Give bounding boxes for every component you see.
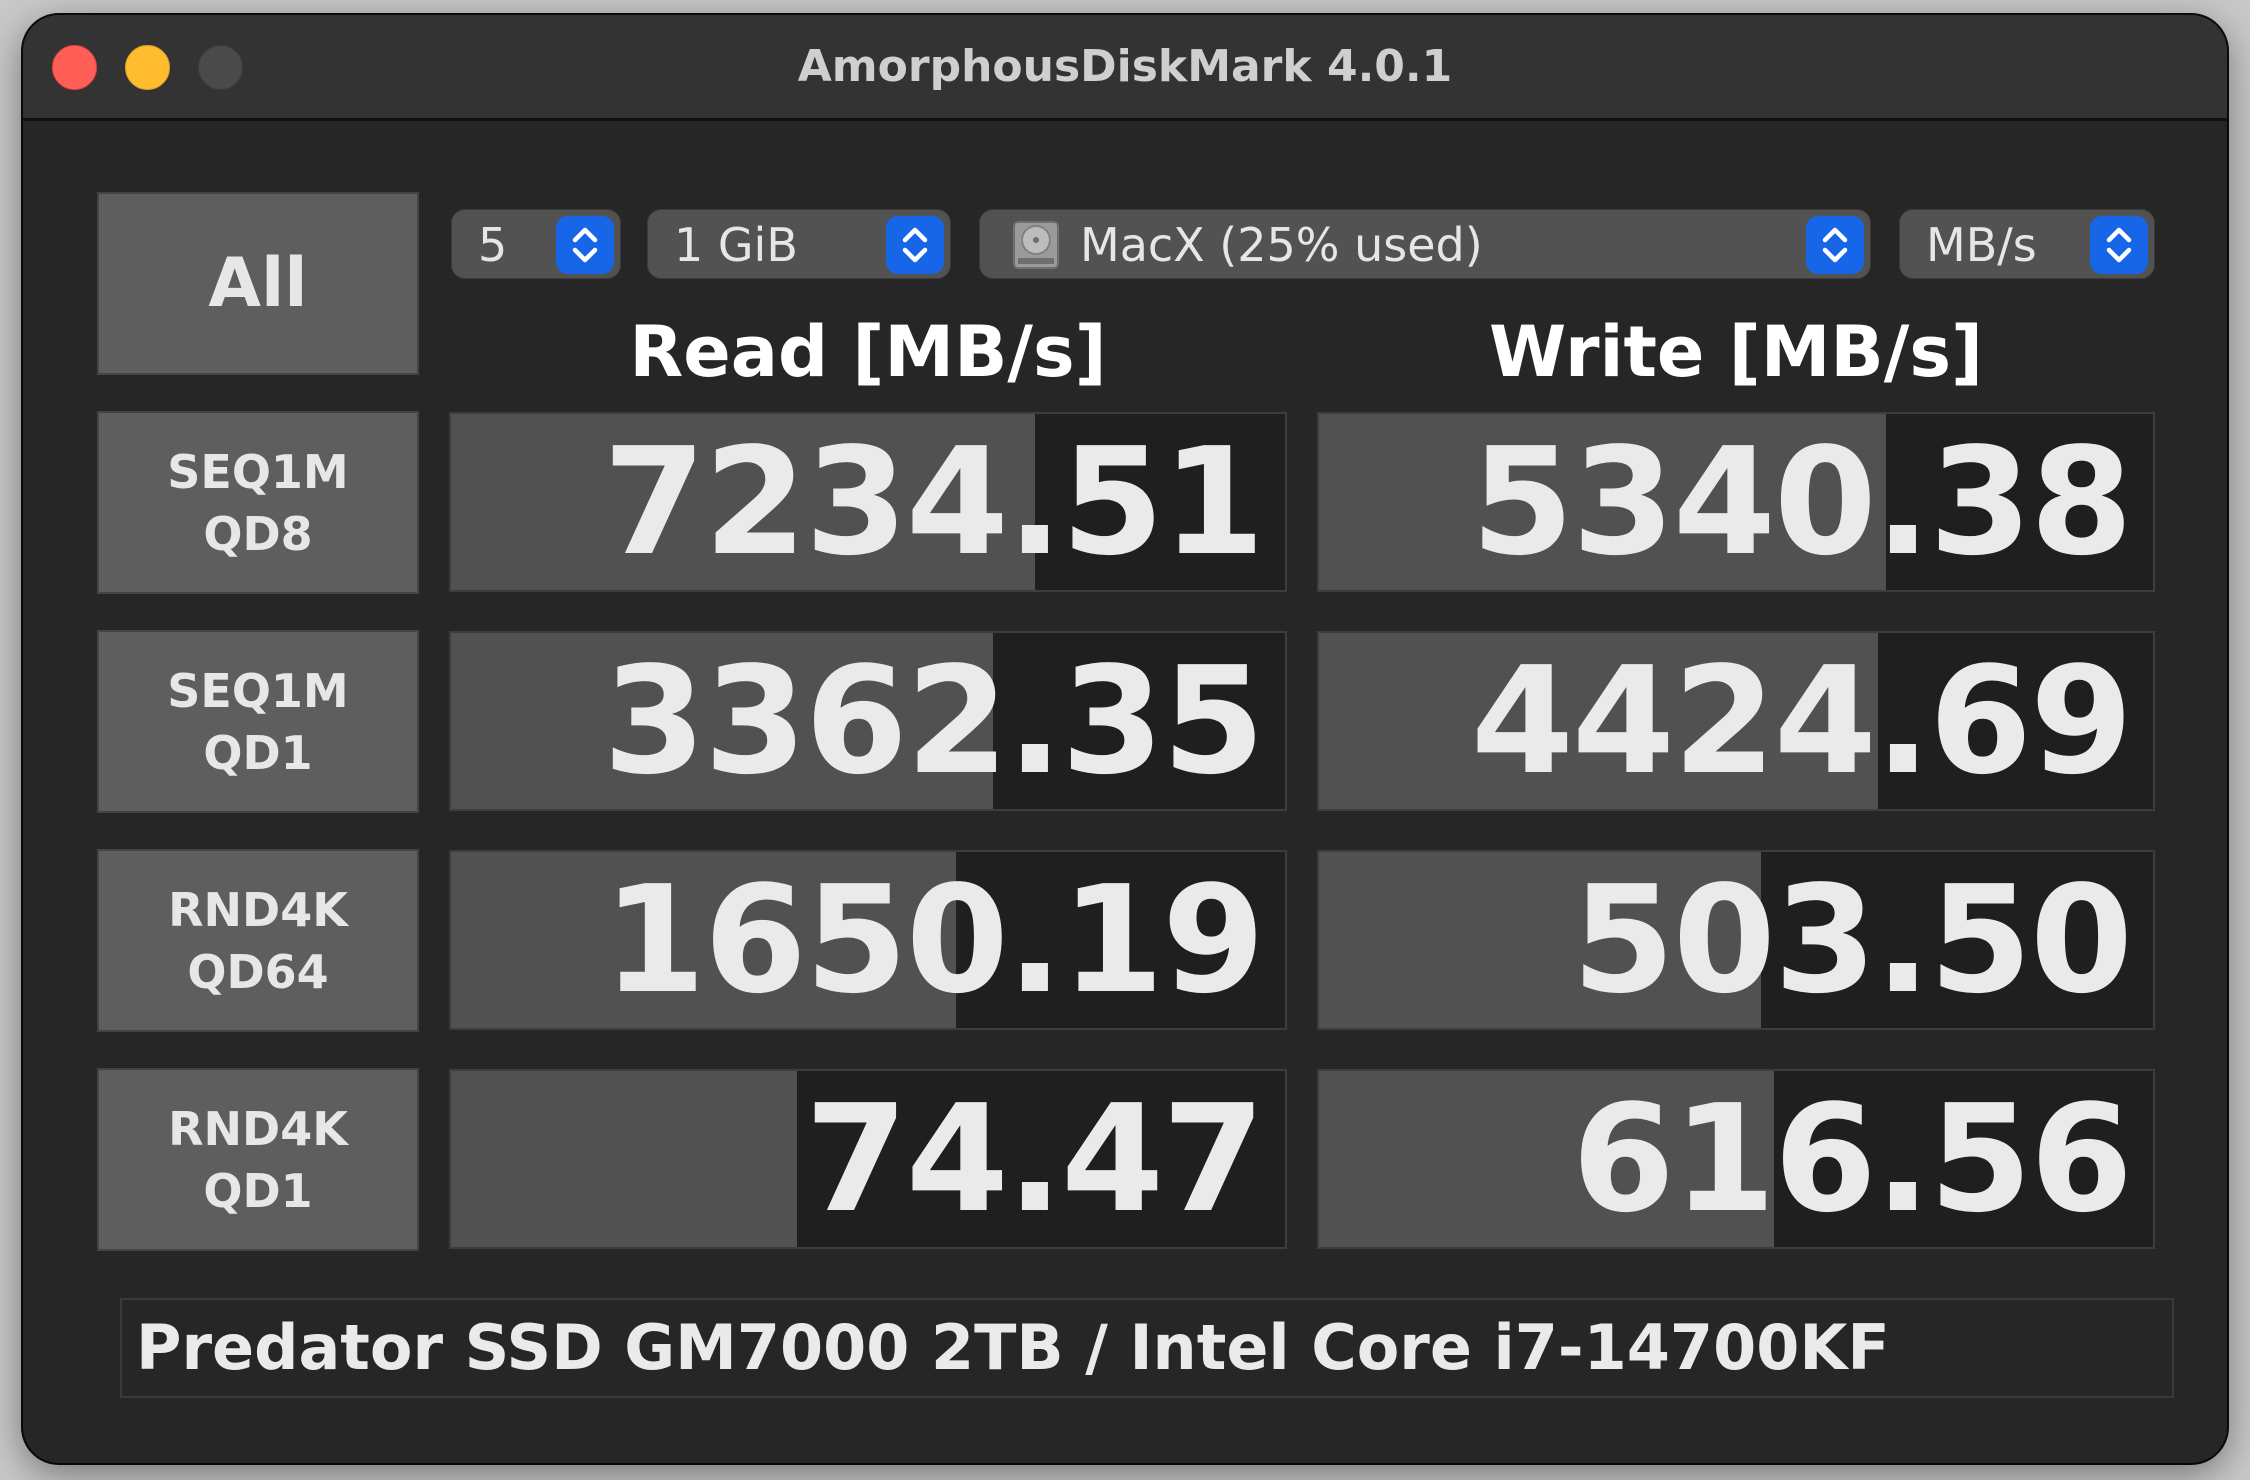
test-name-line1: SEQ1M — [167, 444, 349, 499]
test-name-line2: QD1 — [203, 725, 313, 780]
test-name-line1: RND4K — [168, 1101, 348, 1156]
read-result-rnd4k-qd1: 74.47 — [449, 1069, 1287, 1249]
test-name-line1: RND4K — [168, 882, 348, 937]
comment-field[interactable]: Predator SSD GM7000 2TB / Intel Core i7-… — [120, 1298, 2174, 1398]
unit-value: MB/s — [1926, 218, 2037, 272]
test-button-rnd4k-qd64[interactable]: RND4K QD64 — [97, 849, 419, 1032]
test-count-select[interactable]: 5 — [451, 209, 621, 279]
unit-stepper-icon[interactable] — [2090, 216, 2148, 274]
write-result-rnd4k-qd1: 616.56 — [1317, 1069, 2155, 1249]
write-result-value: 616.56 — [1571, 1073, 2133, 1245]
test-count-value: 5 — [478, 218, 508, 272]
write-result-seq1m-qd8: 5340.38 — [1317, 412, 2155, 592]
write-result-seq1m-qd1: 4424.69 — [1317, 631, 2155, 811]
read-result-rnd4k-qd64: 1650.19 — [449, 850, 1287, 1030]
read-result-value: 7234.51 — [602, 416, 1265, 588]
read-result-value: 74.47 — [804, 1073, 1265, 1245]
write-result-value: 4424.69 — [1470, 635, 2133, 807]
disk-select[interactable]: MacX (25% used) — [979, 209, 1871, 279]
read-result-seq1m-qd1: 3362.35 — [449, 631, 1287, 811]
unit-select[interactable]: MB/s — [1899, 209, 2155, 279]
test-name-line2: QD1 — [203, 1163, 313, 1218]
test-count-stepper-icon[interactable] — [556, 216, 614, 274]
test-button-seq1m-qd1[interactable]: SEQ1M QD1 — [97, 630, 419, 813]
read-column-header: Read [MB/s] — [629, 311, 1107, 393]
test-size-stepper-icon[interactable] — [886, 216, 944, 274]
app-window: AmorphousDiskMark 4.0.1 All 5 1 GiB MacX… — [23, 15, 2227, 1463]
read-result-bar — [451, 1071, 798, 1247]
test-size-value: 1 GiB — [674, 218, 798, 272]
hard-drive-icon — [1010, 220, 1062, 270]
read-result-seq1m-qd8: 7234.51 — [449, 412, 1287, 592]
write-column-header: Write [MB/s] — [1488, 311, 1984, 393]
test-button-seq1m-qd8[interactable]: SEQ1M QD8 — [97, 411, 419, 594]
run-all-button[interactable]: All — [97, 192, 419, 375]
read-result-value: 3362.35 — [602, 635, 1265, 807]
disk-value: MacX (25% used) — [1080, 218, 1483, 272]
disk-stepper-icon[interactable] — [1806, 216, 1864, 274]
write-result-value: 5340.38 — [1470, 416, 2133, 588]
write-result-value: 503.50 — [1571, 854, 2133, 1026]
test-name-line1: SEQ1M — [167, 663, 349, 718]
test-size-select[interactable]: 1 GiB — [647, 209, 951, 279]
test-name-line2: QD64 — [187, 944, 329, 999]
run-all-label: All — [208, 244, 308, 323]
test-name-line2: QD8 — [203, 506, 313, 561]
test-button-rnd4k-qd1[interactable]: RND4K QD1 — [97, 1068, 419, 1251]
write-result-rnd4k-qd64: 503.50 — [1317, 850, 2155, 1030]
read-result-value: 1650.19 — [602, 854, 1265, 1026]
window-title: AmorphousDiskMark 4.0.1 — [797, 41, 1453, 92]
title-bar[interactable]: AmorphousDiskMark 4.0.1 — [23, 15, 2227, 121]
